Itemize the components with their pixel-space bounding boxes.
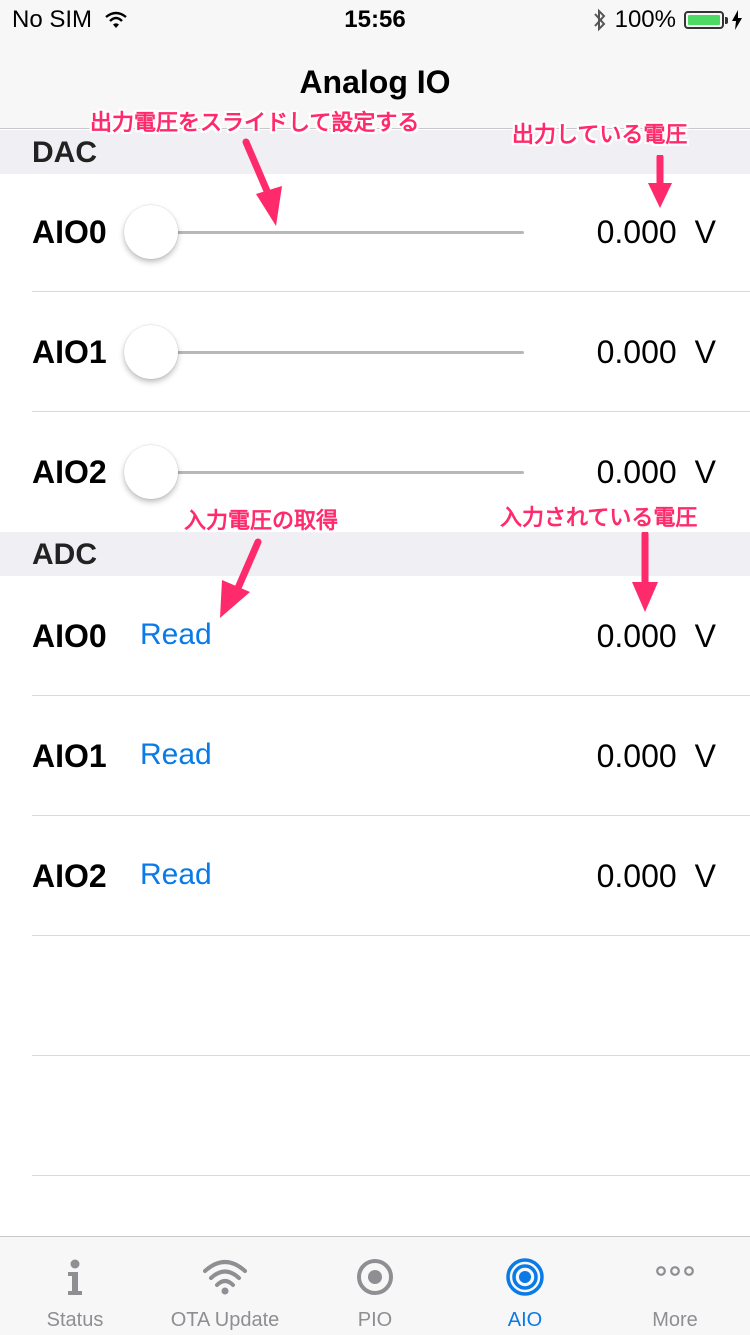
voltage-value: 0.000 — [596, 214, 677, 250]
tab-label: PIO — [357, 1309, 393, 1331]
input-voltage: 0.000 V — [597, 858, 716, 895]
row-label: AIO1 — [32, 738, 107, 774]
output-voltage: 0.000 V — [597, 214, 716, 251]
input-voltage: 0.000 V — [597, 618, 716, 655]
slider-thumb[interactable] — [124, 325, 178, 379]
read-button[interactable]: Read — [140, 858, 212, 892]
row-label: AIO2 — [32, 454, 107, 490]
battery-icon — [684, 11, 728, 29]
voltage-slider[interactable] — [152, 351, 524, 354]
divider — [32, 1055, 750, 1056]
annotation-input-note: 入力されている電圧 — [500, 505, 698, 530]
battery-percent: 100% — [614, 6, 676, 33]
adc-row-aio2: AIO2 Read 0.000 V — [0, 816, 750, 936]
annotation-read-note: 入力電圧の取得 — [184, 508, 339, 533]
output-voltage: 0.000 V — [597, 334, 716, 371]
status-bar: No SIM 15:56 100% — [0, 0, 750, 40]
tab-status[interactable]: Status — [0, 1237, 150, 1335]
row-label: AIO0 — [32, 618, 107, 654]
divider — [32, 1175, 750, 1176]
charging-icon — [732, 10, 742, 30]
voltage-value: 0.000 — [596, 618, 677, 654]
voltage-slider[interactable] — [152, 471, 524, 474]
status-right: 100% — [593, 6, 742, 34]
annotation-output-note: 出力している電圧 — [512, 122, 688, 147]
voltage-unit: V — [694, 738, 716, 774]
tab-label: More — [652, 1309, 698, 1331]
annotation-arrow — [220, 538, 262, 618]
voltage-slider[interactable] — [152, 231, 524, 234]
annotation-arrow — [648, 155, 672, 208]
tab-aio[interactable]: AIO — [450, 1237, 600, 1335]
voltage-value: 0.000 — [596, 334, 677, 370]
tab-bar: Status OTA Update PIO AIO More — [0, 1236, 750, 1335]
bluetooth-icon — [593, 8, 605, 32]
voltage-unit: V — [694, 334, 716, 370]
wifi-icon — [203, 1260, 247, 1295]
output-voltage: 0.000 V — [597, 454, 716, 491]
section-title: DAC — [32, 136, 97, 169]
more-icon — [656, 1266, 694, 1276]
info-icon — [68, 1259, 82, 1295]
section-title: ADC — [32, 538, 97, 571]
voltage-unit: V — [694, 214, 716, 250]
tab-ota-update[interactable]: OTA Update — [150, 1237, 300, 1335]
tab-label: OTA Update — [170, 1309, 280, 1331]
tab-more[interactable]: More — [600, 1237, 750, 1335]
input-voltage: 0.000 V — [597, 738, 716, 775]
row-label: AIO2 — [32, 858, 107, 894]
page-title: Analog IO — [299, 64, 451, 100]
voltage-value: 0.000 — [596, 858, 677, 894]
voltage-value: 0.000 — [596, 738, 677, 774]
annotation-arrow — [242, 138, 282, 226]
adc-row-aio1: AIO1 Read 0.000 V — [0, 696, 750, 816]
voltage-unit: V — [694, 618, 716, 654]
annotation-slider-note: 出力電圧をスライドして設定する — [90, 110, 420, 135]
voltage-unit: V — [694, 454, 716, 490]
radio-icon — [357, 1259, 393, 1295]
dac-row-aio0: AIO0 0.000 V — [0, 172, 750, 292]
annotation-arrow — [632, 532, 658, 612]
voltage-value: 0.000 — [596, 454, 677, 490]
read-button[interactable]: Read — [140, 618, 212, 652]
tab-pio[interactable]: PIO — [300, 1237, 450, 1335]
row-label: AIO0 — [32, 214, 107, 250]
tab-label: AIO — [507, 1309, 543, 1331]
slider-thumb[interactable] — [124, 445, 178, 499]
read-button[interactable]: Read — [140, 738, 212, 772]
voltage-unit: V — [694, 858, 716, 894]
radio-active-icon — [506, 1258, 544, 1296]
slider-thumb[interactable] — [124, 205, 178, 259]
dac-row-aio1: AIO1 0.000 V — [0, 292, 750, 412]
row-label: AIO1 — [32, 334, 107, 370]
tab-label: Status — [46, 1309, 104, 1331]
